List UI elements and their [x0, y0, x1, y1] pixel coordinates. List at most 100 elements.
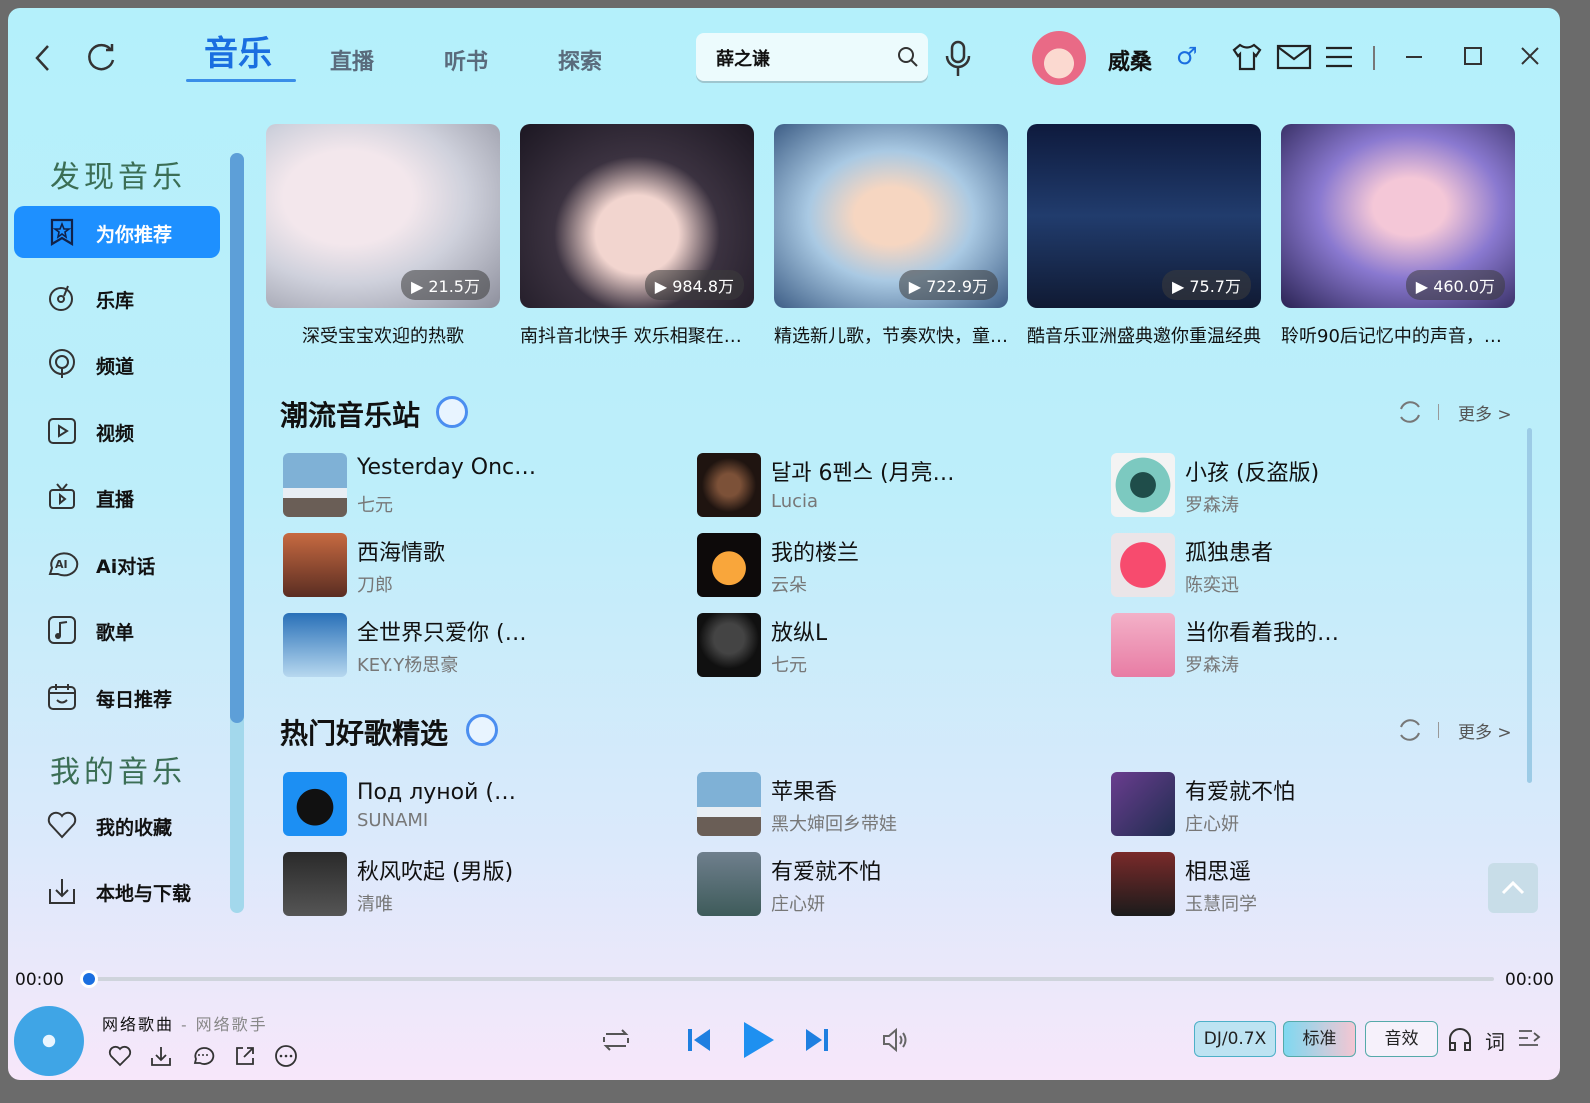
- song-item[interactable]: 西海情歌 刀郎: [283, 533, 663, 599]
- song-item[interactable]: 孤独患者 陈奕迅: [1111, 533, 1491, 599]
- skin-icon[interactable]: [1230, 42, 1264, 72]
- search-box[interactable]: 薛之谦: [696, 33, 928, 81]
- username[interactable]: 威桑: [1108, 44, 1152, 76]
- listen-together-icon[interactable]: [1446, 1026, 1474, 1052]
- song-item[interactable]: 有爱就不怕 庄心妍: [697, 852, 1077, 918]
- play-all-icon[interactable]: [436, 396, 468, 428]
- refresh-icon[interactable]: [84, 40, 118, 74]
- like-icon[interactable]: [108, 1044, 132, 1068]
- song-artist[interactable]: 庄心妍: [771, 890, 825, 916]
- song-artist[interactable]: 罗森涛: [1185, 491, 1239, 517]
- song-item[interactable]: 我的楼兰 云朵: [697, 533, 1077, 599]
- tab-music[interactable]: 音乐: [204, 26, 272, 75]
- previous-icon[interactable]: [684, 1024, 714, 1056]
- song-artist[interactable]: KEY.Y杨思豪: [357, 651, 458, 677]
- song-item[interactable]: Yesterday Once More 七元: [283, 453, 663, 519]
- song-artist[interactable]: Lucia: [771, 491, 818, 512]
- song-artist[interactable]: 黑大婶回乡带娃: [771, 810, 897, 836]
- playlist-title[interactable]: 南抖音北快手 欢乐相聚在一起: [520, 322, 754, 348]
- song-item[interactable]: 달과 6펜스 (月亮与六便士) Lucia: [697, 453, 1077, 519]
- menu-icon[interactable]: [1324, 45, 1354, 69]
- tab-audiobook[interactable]: 听书: [444, 44, 488, 76]
- playlist-card[interactable]: ▶ 722.9万 精选新儿歌，节奏欢快，童趣满满: [774, 124, 1008, 348]
- next-icon[interactable]: [802, 1024, 832, 1056]
- download-icon[interactable]: [149, 1044, 173, 1068]
- minimize-icon[interactable]: [1404, 46, 1424, 66]
- quality-button[interactable]: 标准: [1283, 1021, 1356, 1057]
- sidebar-item-playlist[interactable]: 歌单: [14, 604, 220, 656]
- song-artist[interactable]: 云朵: [771, 571, 807, 597]
- song-item[interactable]: 全世界只爱你 (Live) KEY.Y杨思豪: [283, 613, 663, 679]
- effect-button[interactable]: 音效: [1365, 1021, 1438, 1057]
- song-item[interactable]: 有爱就不怕 庄心妍: [1111, 772, 1491, 838]
- loop-icon[interactable]: [598, 1024, 634, 1056]
- search-icon[interactable]: [896, 45, 920, 69]
- sidebar-item-channel[interactable]: 频道: [14, 338, 220, 390]
- sidebar-item-library[interactable]: 乐库: [14, 272, 220, 324]
- playlist-cover[interactable]: ▶ 984.8万: [520, 124, 754, 308]
- more-link[interactable]: 更多 >: [1458, 718, 1512, 743]
- song-item[interactable]: Под луной (在月光下) SUNAMI: [283, 772, 663, 838]
- song-artist[interactable]: 陈奕迅: [1185, 571, 1239, 597]
- comment-icon[interactable]: [191, 1044, 215, 1068]
- album-disc[interactable]: [14, 1006, 84, 1076]
- song-artist[interactable]: 七元: [357, 491, 393, 517]
- playlist-title[interactable]: 酷音乐亚洲盛典邀你重温经典: [1027, 322, 1261, 348]
- volume-icon[interactable]: [880, 1024, 910, 1056]
- sidebar-item-video[interactable]: 视频: [14, 405, 220, 457]
- sidebar-item-favorites[interactable]: 我的收藏: [14, 799, 220, 851]
- song-artist[interactable]: 庄心妍: [1185, 810, 1239, 836]
- avatar[interactable]: [1032, 31, 1086, 85]
- song-item[interactable]: 秋风吹起 (男版) 清唯: [283, 852, 663, 918]
- progress-handle[interactable]: [80, 970, 98, 988]
- playlist-cover[interactable]: ▶ 722.9万: [774, 124, 1008, 308]
- play-icon[interactable]: [738, 1018, 778, 1062]
- sidebar-item-live[interactable]: 直播: [14, 471, 220, 523]
- song-item[interactable]: 小孩 (反盗版) 罗森涛: [1111, 453, 1491, 519]
- lyrics-button[interactable]: 词: [1485, 1026, 1505, 1055]
- song-artist[interactable]: 清唯: [357, 890, 393, 916]
- more-icon[interactable]: [274, 1044, 298, 1068]
- song-item[interactable]: 相思遥 玉慧同学: [1111, 852, 1491, 918]
- playlist-cover[interactable]: ▶ 460.0万: [1281, 124, 1515, 308]
- play-all-icon[interactable]: [466, 714, 498, 746]
- refresh-icon[interactable]: [1396, 398, 1424, 426]
- song-artist[interactable]: 玉慧同学: [1185, 890, 1257, 916]
- sidebar-item-local-download[interactable]: 本地与下载: [14, 865, 220, 917]
- sidebar-item-recommend[interactable]: 为你推荐: [14, 206, 220, 258]
- sidebar-item-daily[interactable]: 每日推荐: [14, 671, 220, 723]
- playlist-card[interactable]: ▶ 75.7万 酷音乐亚洲盛典邀你重温经典: [1027, 124, 1261, 348]
- share-icon[interactable]: [233, 1044, 257, 1068]
- search-input[interactable]: 薛之谦: [716, 45, 770, 71]
- playlist-title[interactable]: 深受宝宝欢迎的热歌: [266, 322, 500, 348]
- tab-live[interactable]: 直播: [330, 44, 374, 76]
- song-item[interactable]: 放纵L 七元: [697, 613, 1077, 679]
- refresh-icon[interactable]: [1396, 716, 1424, 744]
- playlist-title[interactable]: 聆听90后记忆中的声音，回味青春: [1281, 322, 1515, 348]
- song-artist[interactable]: 七元: [771, 651, 807, 677]
- playlist-card[interactable]: ▶ 21.5万 深受宝宝欢迎的热歌: [266, 124, 500, 348]
- maximize-icon[interactable]: [1463, 46, 1483, 66]
- playlist-cover[interactable]: ▶ 21.5万: [266, 124, 500, 308]
- playlist-cover[interactable]: ▶ 75.7万: [1027, 124, 1261, 308]
- now-playing[interactable]: 网络歌曲 - 网络歌手: [102, 1011, 268, 1035]
- song-item[interactable]: 苹果香 黑大婶回乡带娃: [697, 772, 1077, 838]
- more-link[interactable]: 更多 >: [1458, 400, 1512, 425]
- voice-search-icon[interactable]: [942, 38, 976, 80]
- playlist-card[interactable]: ▶ 984.8万 南抖音北快手 欢乐相聚在一起: [520, 124, 754, 348]
- song-artist[interactable]: 罗森涛: [1185, 651, 1239, 677]
- speed-button[interactable]: DJ/0.7X: [1194, 1021, 1276, 1057]
- playlist-queue-icon[interactable]: [1516, 1026, 1542, 1052]
- song-artist[interactable]: SUNAMI: [357, 810, 428, 831]
- song-item[interactable]: 当你看着我的时候 罗森涛: [1111, 613, 1491, 679]
- song-artist[interactable]: 刀郎: [357, 571, 393, 597]
- main-scrollbar[interactable]: [1527, 428, 1532, 783]
- playlist-card[interactable]: ▶ 460.0万 聆听90后记忆中的声音，回味青春: [1281, 124, 1515, 348]
- tab-explore[interactable]: 探索: [558, 44, 602, 76]
- playlist-title[interactable]: 精选新儿歌，节奏欢快，童趣满满: [774, 322, 1008, 348]
- sidebar-scrollbar-thumb[interactable]: [230, 153, 244, 723]
- progress-bar[interactable]: [90, 977, 1494, 981]
- close-icon[interactable]: [1520, 46, 1540, 66]
- back-to-top-button[interactable]: [1488, 863, 1538, 913]
- sidebar-item-ai-chat[interactable]: AI Ai对话: [14, 538, 220, 590]
